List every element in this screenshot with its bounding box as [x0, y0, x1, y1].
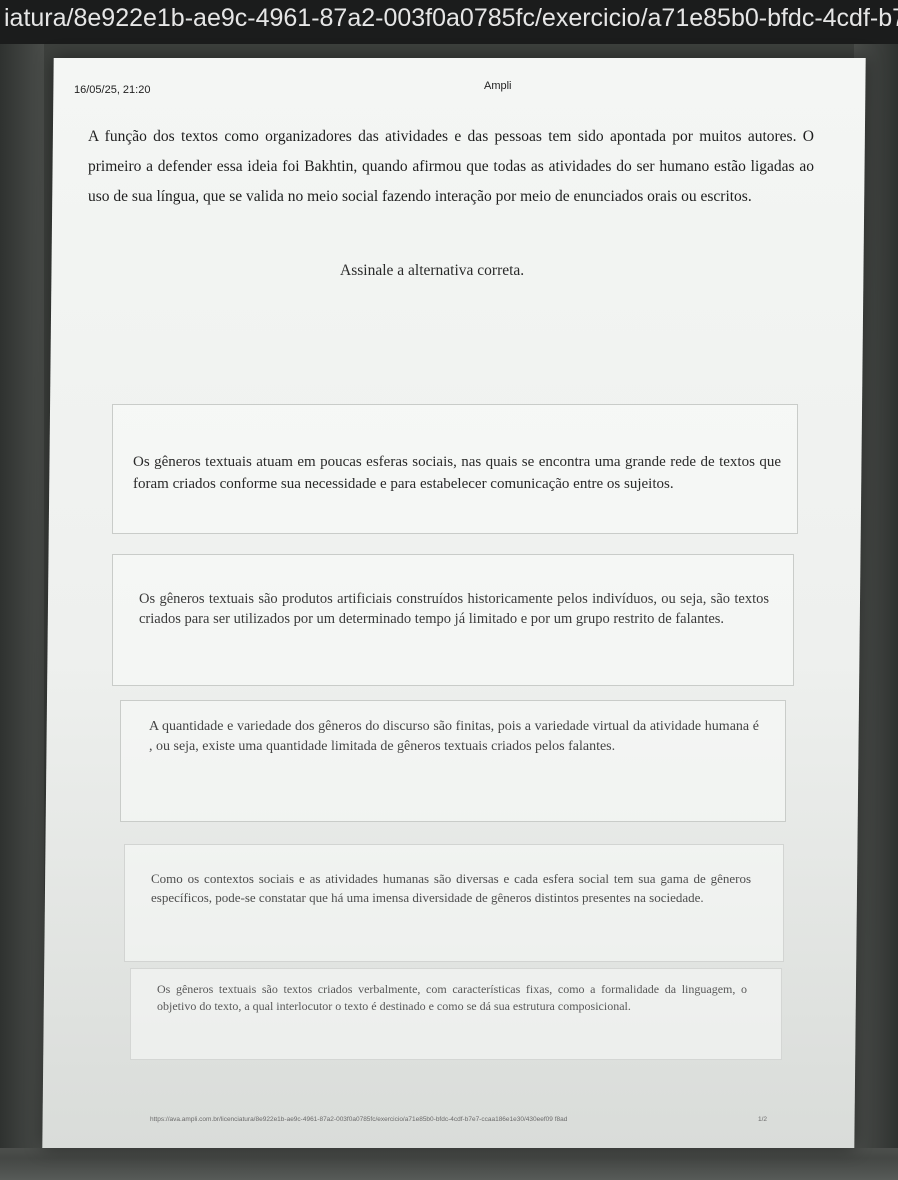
- answer-option-5-text: Os gêneros textuais são textos criados v…: [157, 982, 747, 1013]
- answer-option-4-text: Como os contextos sociais e as atividade…: [151, 871, 751, 905]
- print-timestamp: 16/05/25, 21:20: [74, 84, 151, 96]
- answer-option-3[interactable]: A quantidade e variedade dos gêneros do …: [120, 700, 786, 822]
- question-intro: A função dos textos como organizadores d…: [88, 128, 814, 205]
- answer-option-1-text: Os gêneros textuais atuam em poucas esfe…: [133, 454, 781, 492]
- browser-address-bar[interactable]: iatura/8e922e1b-ae9c-4961-87a2-003f0a078…: [0, 0, 898, 44]
- question-instruction: Assinale a alternativa correta.: [340, 262, 525, 279]
- print-footer-url: https://ava.ampli.com.br/licenciatura/8e…: [150, 1116, 568, 1123]
- monitor-bezel-left: [0, 44, 44, 1180]
- print-title: Ampli: [484, 80, 512, 92]
- answer-option-5[interactable]: Os gêneros textuais são textos criados v…: [130, 968, 782, 1060]
- answer-option-1[interactable]: Os gêneros textuais atuam em poucas esfe…: [112, 404, 798, 534]
- url-text: iatura/8e922e1b-ae9c-4961-87a2-003f0a078…: [4, 4, 898, 32]
- print-page-number: 1/2: [758, 1116, 768, 1123]
- screen-glare: [0, 1158, 898, 1180]
- answer-option-4[interactable]: Como os contextos sociais e as atividade…: [124, 844, 784, 962]
- answer-option-2-text: Os gêneros textuais são produtos artific…: [139, 591, 769, 627]
- answer-option-3-text: A quantidade e variedade dos gêneros do …: [149, 719, 759, 754]
- answer-option-2[interactable]: Os gêneros textuais são produtos artific…: [112, 554, 794, 686]
